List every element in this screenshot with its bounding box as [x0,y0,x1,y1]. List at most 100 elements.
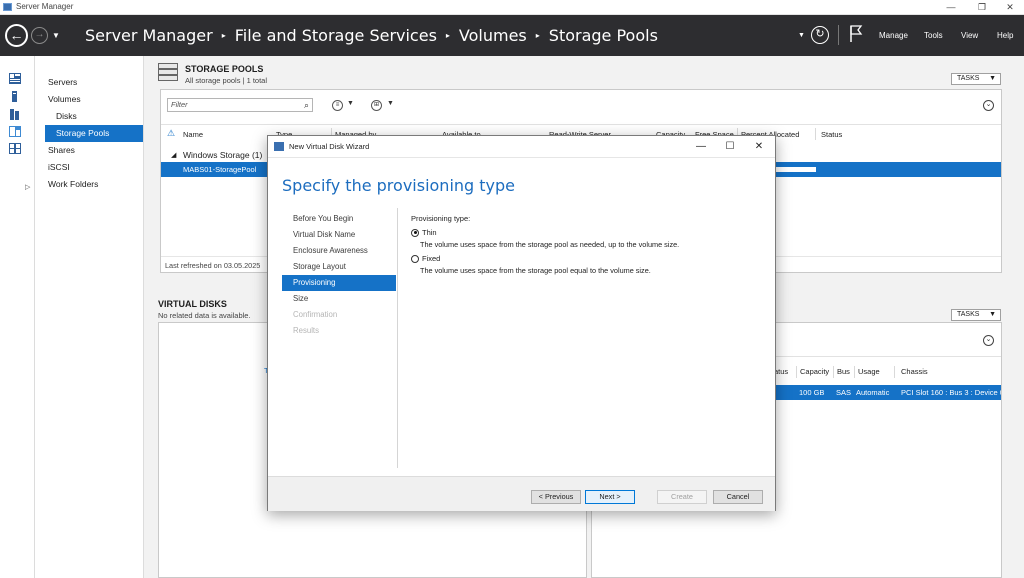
column-chassis[interactable]: Chassis [901,367,928,376]
list-options-icon[interactable]: ≡ [332,100,343,111]
step-storage-layout[interactable]: Storage Layout [282,259,396,275]
step-before-you-begin[interactable]: Before You Begin [282,211,396,227]
group-by-icon[interactable]: ⊞ [371,100,382,111]
option-fixed[interactable]: Fixed [411,252,761,265]
storage-pool-icon [158,63,178,81]
column-status[interactable]: Status [821,130,842,139]
storage-pools-title: STORAGE POOLS [185,64,264,74]
warning-column-icon: ⚠ [167,128,176,138]
storage-pools-filter-input[interactable]: Filter ⌕ [167,98,313,112]
step-confirmation: Confirmation [293,310,338,319]
new-virtual-disk-wizard: New Virtual Disk Wizard — ☐ ✕ Specify th… [267,135,776,511]
virtual-disks-subtitle: No related data is available. [158,311,251,320]
file-storage-services-icon[interactable] [9,126,21,137]
dashboard-icon[interactable] [9,73,21,84]
notifications-flag-icon[interactable] [849,25,863,43]
wizard-minimize-button[interactable]: — [690,139,712,155]
previous-button[interactable]: < Previous [531,490,581,504]
column-usage[interactable]: Usage [858,367,880,376]
column-status-partial[interactable]: atus [774,367,788,376]
window-title: Server Manager [16,2,74,11]
disk-bus-cell: SAS [836,388,852,397]
group-windows-storage[interactable]: Windows Storage (1) [183,150,262,160]
wizard-body: Provisioning type: Thin The volume uses … [411,214,761,278]
restore-button[interactable]: ❐ [968,0,996,14]
menu-manage[interactable]: Manage [879,31,908,40]
physical-disks-tasks-button[interactable]: TASKS ▼ [951,309,1001,321]
breadcrumb-separator-icon: ▸ [221,31,226,40]
wizard-maximize-button[interactable]: ☐ [719,139,741,155]
menu-help[interactable]: Help [997,31,1013,40]
group-by-caret-icon[interactable]: ▼ [387,100,394,107]
expand-panel-icon[interactable]: ⌄ [983,100,994,111]
wizard-steps: Before You Begin Virtual Disk Name Enclo… [282,211,396,339]
fixed-radio[interactable] [411,254,419,263]
disk-chassis-cell: PCI Slot 160 : Bus 3 : Device 0 [901,388,1001,397]
subnav-item-volumes[interactable]: Volumes [35,91,143,108]
tasks-label: TASKS [957,75,980,82]
breadcrumb-file-storage[interactable]: File and Storage Services [235,26,437,45]
menu-tools[interactable]: Tools [924,31,943,40]
menu-view[interactable]: View [961,31,978,40]
tasks-label: TASKS [957,311,980,318]
refresh-icon[interactable]: ↻ [810,26,829,44]
all-servers-icon[interactable] [9,109,21,120]
subnav-item-storage-pools[interactable]: Storage Pools [45,125,143,142]
wizard-title: New Virtual Disk Wizard [289,142,370,151]
refresh-dropdown-icon[interactable]: ▼ [798,32,805,39]
thin-description: The volume uses space from the storage p… [420,240,680,249]
subnav-item-disks[interactable]: Disks [35,108,143,125]
wizard-app-icon [274,142,284,151]
minimize-button[interactable]: — [937,0,965,14]
column-name[interactable]: Name [183,130,203,139]
breadcrumb-volumes[interactable]: Volumes [459,26,527,45]
list-options-caret-icon[interactable]: ▼ [347,100,354,107]
column-capacity[interactable]: Capacity [800,367,829,376]
wizard-divider [397,208,398,468]
thin-radio[interactable] [411,228,419,237]
wizard-titlebar: New Virtual Disk Wizard — ☐ ✕ [268,136,775,158]
back-arrow-icon[interactable]: ← [5,24,28,47]
breadcrumb: Server Manager ▸ File and Storage Servic… [85,26,658,45]
step-enclosure-awareness[interactable]: Enclosure Awareness [282,243,396,259]
table-row-selected[interactable]: 100 GB SAS Automatic PCI Slot 160 : Bus … [772,385,1001,400]
window-titlebar: Server Manager — ❐ ✕ [0,0,1024,15]
column-separator [854,366,855,378]
option-thin[interactable]: Thin [411,226,761,239]
storage-pools-tasks-button[interactable]: TASKS ▼ [951,73,1001,85]
disk-usage-cell: Automatic [856,388,890,397]
tasks-caret-icon: ▼ [989,311,996,318]
header-divider-line [161,124,1001,125]
search-icon[interactable]: ⌕ [304,99,309,111]
forward-arrow-icon[interactable]: → [31,27,48,44]
additional-role-icon[interactable] [9,143,21,154]
column-separator [833,366,834,378]
disk-capacity-cell: 100 GB [799,388,825,397]
last-refreshed-text: Last refreshed on 03.05.2025 [165,261,261,270]
wizard-footer: < Previous Next > Create Cancel [268,476,775,511]
column-separator [796,366,797,378]
local-server-icon[interactable] [9,91,21,102]
column-bus[interactable]: Bus [837,367,850,376]
group-collapse-icon[interactable]: ◢ [171,151,176,159]
wizard-close-button[interactable]: ✕ [748,139,770,155]
subnav-item-servers[interactable]: Servers [35,74,143,91]
history-dropdown-icon[interactable]: ▼ [52,31,60,40]
expand-panel-icon[interactable]: ⌄ [983,335,994,346]
create-button: Create [657,490,707,504]
step-virtual-disk-name[interactable]: Virtual Disk Name [282,227,396,243]
refresh-area: ▼ ↻ [798,26,829,44]
breadcrumb-server-manager[interactable]: Server Manager [85,26,213,45]
step-size[interactable]: Size [282,291,396,307]
fixed-label: Fixed [422,254,441,263]
subnav-item-shares[interactable]: Shares [35,142,143,159]
breadcrumb-storage-pools[interactable]: Storage Pools [549,26,658,45]
next-button[interactable]: Next > [585,490,635,504]
breadcrumb-separator-icon: ▸ [535,31,540,40]
cancel-button[interactable]: Cancel [713,490,763,504]
column-separator [894,366,895,378]
subnav-item-iscsi[interactable]: iSCSI [35,159,143,176]
step-provisioning[interactable]: Provisioning [282,275,396,291]
close-button[interactable]: ✕ [996,0,1024,14]
subnav-item-work-folders[interactable]: Work Folders [35,176,143,193]
